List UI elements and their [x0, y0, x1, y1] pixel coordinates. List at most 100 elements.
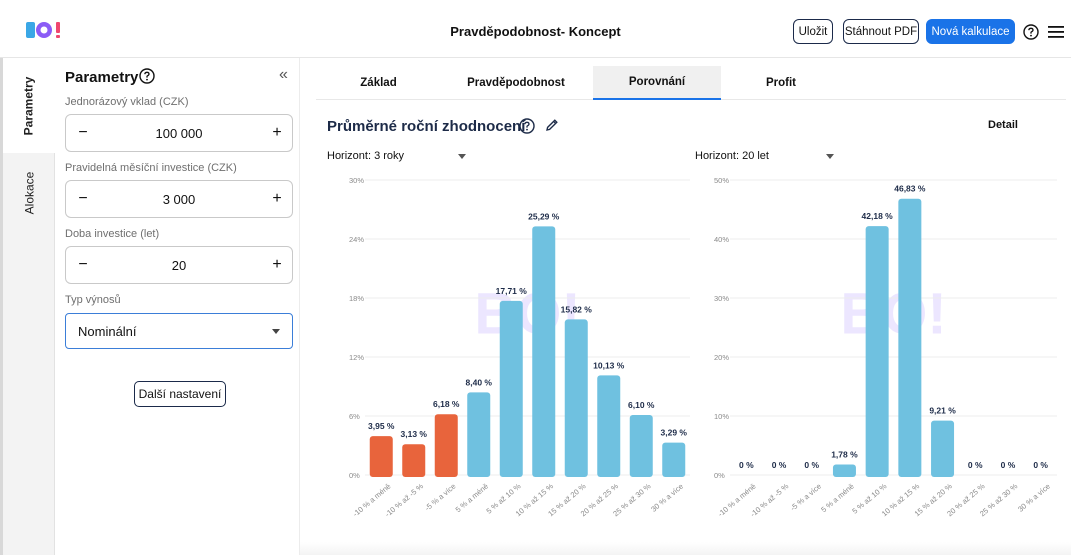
- horizon-select-2[interactable]: Horizont: 20 let: [695, 150, 835, 162]
- y-tick-label: 0%: [349, 471, 360, 480]
- y-tick-label: 40%: [714, 235, 729, 244]
- main-content: Základ Pravděpodobnost Porovnání Profit …: [300, 58, 1071, 555]
- side-tab-parametry[interactable]: Parametry: [3, 58, 55, 153]
- duration-value[interactable]: 20: [96, 258, 262, 273]
- bar: [564, 319, 588, 477]
- increment-button[interactable]: +: [266, 122, 288, 144]
- y-tick-label: 30%: [714, 294, 729, 303]
- bar-value-label: 15,82 %: [561, 304, 593, 314]
- bar-value-label: 8,40 %: [466, 377, 493, 387]
- bar: [898, 198, 922, 477]
- decrement-button[interactable]: −: [72, 122, 94, 144]
- help-icon[interactable]: [1023, 24, 1039, 40]
- bar-value-label: 6,10 %: [628, 400, 655, 410]
- side-tab-alokace[interactable]: Alokace: [3, 153, 55, 233]
- pencil-icon[interactable]: [545, 118, 559, 132]
- horizon-value: Horizont: 3 roky: [327, 150, 405, 162]
- bar-value-label: 10,13 %: [593, 360, 625, 370]
- bar-value-label: 42,18 %: [862, 211, 894, 221]
- top-bar: Pravděpodobnost- Koncept Uložit Stáhnout…: [0, 0, 1071, 58]
- bar: [931, 420, 955, 477]
- more-settings-button[interactable]: Další nastavení: [134, 381, 226, 407]
- yield-type-value: Nominální: [78, 324, 137, 339]
- side-tab-bar: Parametry Alokace: [0, 58, 55, 555]
- x-category-label: -5 % a více: [423, 482, 458, 513]
- y-tick-label: 6%: [349, 412, 360, 421]
- parameters-title: Parametry: [65, 69, 139, 86]
- footer-divider: [300, 542, 1071, 555]
- bar: [467, 392, 491, 477]
- duration-stepper[interactable]: − 20 +: [65, 246, 293, 284]
- new-calculation-button[interactable]: Nová kalkulace: [926, 19, 1015, 44]
- bar-value-label: 0 %: [804, 460, 819, 470]
- horizon-value: Horizont: 20 let: [695, 150, 769, 162]
- y-tick-label: 12%: [349, 353, 364, 362]
- field-label: Pravidelná měsíční investice (CZK): [65, 162, 237, 174]
- deposit-stepper[interactable]: − 100 000 +: [65, 114, 293, 152]
- bar-value-label: 1,78 %: [831, 449, 858, 459]
- y-tick-label: 50%: [714, 176, 729, 185]
- y-tick-label: 20%: [714, 353, 729, 362]
- bar-value-label: 0 %: [1033, 460, 1048, 470]
- bar: [532, 226, 556, 477]
- bar-value-label: 0 %: [1001, 460, 1016, 470]
- x-category-label: 30 % a více: [649, 482, 685, 514]
- bar: [402, 444, 426, 477]
- monthly-investment-value[interactable]: 3 000: [96, 192, 262, 207]
- field-label: Jednorázový vklad (CZK): [65, 96, 189, 108]
- chart-3-years: BO!0%6%12%18%24%30%3,95 %-10 % a méně3,1…: [349, 176, 690, 519]
- collapse-panel-icon[interactable]: «: [279, 66, 288, 84]
- decrement-button[interactable]: −: [72, 188, 94, 210]
- bar: [499, 300, 523, 477]
- bar-value-label: 0 %: [968, 460, 983, 470]
- tab-profit[interactable]: Profit: [721, 66, 841, 100]
- decrement-button[interactable]: −: [72, 254, 94, 276]
- deposit-value[interactable]: 100 000: [96, 126, 262, 141]
- bar-value-label: 3,95 %: [368, 421, 395, 431]
- bar: [629, 415, 653, 477]
- bar-value-label: 0 %: [772, 460, 787, 470]
- bar: [434, 414, 458, 477]
- field-label: Doba investice (let): [65, 228, 160, 240]
- bar-value-label: 3,13 %: [401, 429, 428, 439]
- help-icon[interactable]: [139, 68, 155, 84]
- chevron-down-icon: [458, 154, 466, 159]
- save-button[interactable]: Uložit: [793, 19, 833, 44]
- tab-bar: Základ Pravděpodobnost Porovnání Profit: [316, 66, 1066, 100]
- bar-value-label: 17,71 %: [496, 286, 528, 296]
- horizon-select-1[interactable]: Horizont: 3 roky: [327, 150, 467, 162]
- chart-20-years: BO!0%10%20%30%40%50%0 %-10 % a méně0 %-1…: [714, 176, 1057, 519]
- increment-button[interactable]: +: [266, 254, 288, 276]
- bar: [597, 375, 621, 477]
- x-category-label: 30 % a více: [1016, 482, 1052, 514]
- y-tick-label: 10%: [714, 412, 729, 421]
- bar-value-label: 6,18 %: [433, 399, 460, 409]
- bar-value-label: 3,29 %: [661, 428, 688, 438]
- detail-link[interactable]: Detail: [988, 119, 1018, 131]
- yield-type-select[interactable]: Nominální: [65, 313, 293, 349]
- x-category-label: -5 % a více: [789, 482, 824, 513]
- y-tick-label: 18%: [349, 294, 364, 303]
- parameters-panel: Parametry « Jednorázový vklad (CZK) − 10…: [55, 58, 300, 555]
- chevron-down-icon: [826, 154, 834, 159]
- app-root: Pravděpodobnost- Koncept Uložit Stáhnout…: [0, 0, 1071, 555]
- bar: [832, 464, 856, 477]
- bar-value-label: 0 %: [739, 460, 754, 470]
- help-icon[interactable]: [519, 118, 535, 134]
- download-pdf-button[interactable]: Stáhnout PDF: [843, 19, 919, 44]
- monthly-investment-stepper[interactable]: − 3 000 +: [65, 180, 293, 218]
- tab-pravdepodobnost[interactable]: Pravděpodobnost: [441, 66, 591, 100]
- increment-button[interactable]: +: [266, 188, 288, 210]
- section-title: Průměrné roční zhodnocení: [327, 118, 526, 135]
- side-tab-label: Alokace: [21, 171, 36, 215]
- watermark-logo: BO!: [840, 281, 946, 346]
- bar-value-label: 9,21 %: [929, 406, 956, 416]
- bar: [662, 442, 686, 477]
- tab-porovnani[interactable]: Porovnání: [593, 66, 721, 100]
- bar: [865, 226, 889, 477]
- bar: [369, 436, 393, 477]
- y-tick-label: 0%: [714, 471, 725, 480]
- bo-logo: [26, 22, 60, 38]
- tab-zaklad[interactable]: Základ: [316, 66, 441, 100]
- hamburger-menu-icon[interactable]: [1047, 24, 1065, 40]
